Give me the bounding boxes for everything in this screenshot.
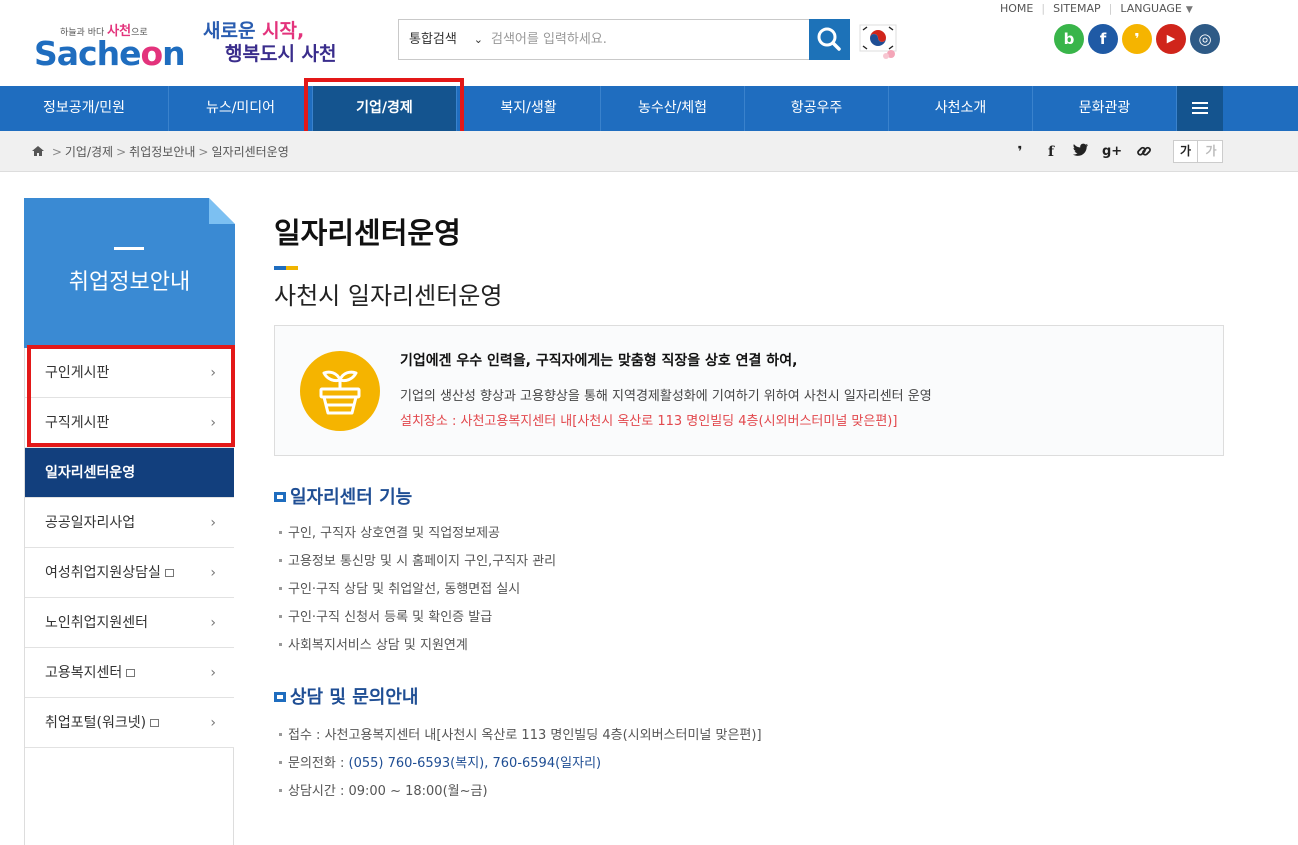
facebook-share-icon[interactable]: f xyxy=(1041,143,1061,161)
breadcrumb-separator: > xyxy=(51,145,62,159)
plant-pot-icon xyxy=(300,351,380,431)
sidebar-item-label: 노인취업지원센터 xyxy=(45,615,149,631)
sidebar-item-label: 공공일자리사업 xyxy=(45,515,136,531)
site-header: 하늘과 바다 사천으로 Sacheon 새로운 시작, 행복도시 사천 통합검색… xyxy=(0,0,1298,86)
font-decrease-button[interactable]: 가 xyxy=(1199,141,1223,162)
breadcrumb: > 기업/경제 > 취업정보안내 > 일자리센터운영 xyxy=(31,143,289,160)
nav-item-2[interactable]: 뉴스/미디어 xyxy=(169,86,313,131)
breadcrumb-item[interactable]: 일자리센터운영 xyxy=(211,145,288,159)
facebook-icon[interactable]: f xyxy=(1088,24,1118,54)
highlight-sidebar-boards xyxy=(27,345,235,447)
search-button[interactable] xyxy=(809,19,850,60)
home-link[interactable]: HOME xyxy=(1000,2,1033,15)
nav-item-4[interactable]: 복지/생활 xyxy=(457,86,601,131)
search-icon xyxy=(817,27,841,51)
chevron-right-icon: › xyxy=(210,715,216,731)
nav-item-8[interactable]: 문화관광 xyxy=(1033,86,1177,131)
section-bullet-icon xyxy=(274,692,286,702)
font-size-control: 가 가 xyxy=(1173,140,1223,163)
list-item: 사회복지서비스 상담 및 지원연계 xyxy=(279,632,556,660)
chevron-right-icon: › xyxy=(210,565,216,581)
all-menu-button[interactable] xyxy=(1177,86,1223,131)
intro-lead: 기업에겐 우수 인력을, 구직자에게는 맞춤형 직장을 상호 연결 하여, xyxy=(400,353,798,369)
nav-item-6[interactable]: 항공우주 xyxy=(745,86,889,131)
title-accent-bar xyxy=(274,266,298,270)
contact-reception: 접수 : 사천고용복지센터 내[사천시 옥산로 113 명인빌딩 4층(시외버스… xyxy=(279,722,762,750)
new-window-icon xyxy=(164,569,174,577)
sidebar-item-7[interactable]: 고용복지센터 › xyxy=(25,648,234,698)
sidebar-title: 취업정보안내 xyxy=(68,270,191,295)
sacheon-logo[interactable]: 하늘과 바다 사천으로 Sacheon xyxy=(34,16,186,74)
top-utility-links: HOME | SITEMAP | LANGUAGE ▼ xyxy=(1000,2,1193,15)
sidebar-item-5[interactable]: 여성취업지원상담실 › xyxy=(25,548,234,598)
new-window-icon xyxy=(150,719,160,727)
breadcrumb-item[interactable]: 취업정보안내 xyxy=(129,145,195,159)
caret-down-icon: ▼ xyxy=(1185,5,1193,15)
nav-item-1[interactable]: 정보공개/민원 xyxy=(0,86,169,131)
list-item: 구인, 구직자 상호연결 및 직업정보제공 xyxy=(279,520,556,548)
intro-box: 기업에겐 우수 인력을, 구직자에게는 맞춤형 직장을 상호 연결 하여, 기업… xyxy=(274,325,1224,456)
sidebar-item-label: 일자리센터운영 xyxy=(45,465,136,481)
search-scope-select[interactable]: 통합검색 ⌄ xyxy=(399,20,489,59)
breadcrumb-item[interactable]: 기업/경제 xyxy=(65,145,113,159)
section-bullet-icon xyxy=(274,492,286,502)
city-slogan: 새로운 시작, 행복도시 사천 xyxy=(203,20,337,65)
sidebar-item-label: 여성취업지원상담실 xyxy=(45,565,161,581)
page-fold-decoration xyxy=(209,198,235,224)
sidebar-item-4[interactable]: 공공일자리사업 › xyxy=(25,498,234,548)
functions-list: 구인, 구직자 상호연결 및 직업정보제공 고용정보 통신망 및 시 홈페이지 구… xyxy=(279,520,556,660)
chevron-right-icon: › xyxy=(210,515,216,531)
sidebar-item-8[interactable]: 취업포털(워크넷) › xyxy=(25,698,234,748)
sub-navigation: 취업정보안내 구인게시판 › 구직게시판 › 일자리센터운영 공공일자리사업 › 여성취업지원… xyxy=(24,198,235,845)
main-navigation: 정보공개/민원 뉴스/미디어 기업/경제 복지/생활 농수산/체험 항공우주 사천소개 문화관… xyxy=(0,86,1298,131)
language-select[interactable]: LANGUAGE ▼ xyxy=(1120,2,1192,15)
blog-icon[interactable]: b xyxy=(1054,24,1084,54)
youtube-icon[interactable]: ▶ xyxy=(1156,24,1186,54)
sidebar-header: 취업정보안내 xyxy=(24,198,235,348)
kakao-story-icon[interactable]: ❜ xyxy=(1122,24,1152,54)
contact-heading: 상담 및 문의안내 xyxy=(274,683,418,709)
korean-flag-icon[interactable] xyxy=(858,23,902,61)
contact-hours: 상담시간 : 09:00 ~ 18:00(월~금) xyxy=(279,778,762,806)
chevron-down-icon: ⌄ xyxy=(473,33,483,46)
sidebar-item-6[interactable]: 노인취업지원센터 › xyxy=(25,598,234,648)
list-item: 구인·구직 상담 및 취업알선, 동행면접 실시 xyxy=(279,576,556,604)
search-bar: 통합검색 ⌄ xyxy=(398,19,850,60)
font-increase-button[interactable]: 가 xyxy=(1174,141,1198,162)
instagram-icon[interactable]: ◎ xyxy=(1190,24,1220,54)
googleplus-share-icon[interactable]: g+ xyxy=(1102,143,1122,161)
new-window-icon xyxy=(126,669,136,677)
functions-heading: 일자리센터 기능 xyxy=(274,483,412,509)
intro-description: 기업의 생산성 향상과 고용향상을 통해 지역경제활성화에 기여하기 위하여 사… xyxy=(400,389,932,404)
contact-phone: 문의전화 : (055) 760-6593(복지), 760-6594(일자리) xyxy=(279,750,762,778)
logo-wordmark: Sacheon xyxy=(34,34,186,73)
page: 하늘과 바다 사천으로 Sacheon 새로운 시작, 행복도시 사천 통합검색… xyxy=(0,0,1298,845)
breadcrumb-separator: > xyxy=(198,145,209,159)
breadcrumb-separator: > xyxy=(116,145,127,159)
breadcrumb-bar: > 기업/경제 > 취업정보안내 > 일자리센터운영 ❜ f g+ 가 가 xyxy=(0,131,1298,172)
chevron-right-icon: › xyxy=(210,665,216,681)
home-icon[interactable] xyxy=(31,145,45,157)
search-input[interactable] xyxy=(491,24,801,55)
copy-link-icon[interactable] xyxy=(1134,143,1154,161)
sidebar-item-3[interactable]: 일자리센터운영 xyxy=(25,448,234,498)
phone-numbers[interactable]: (055) 760-6593(복지), 760-6594(일자리) xyxy=(349,756,602,771)
sub-title: 사천시 일자리센터운영 xyxy=(274,282,503,310)
intro-location: 설치장소 : 사천고용복지센터 내[사천시 옥산로 113 명인빌딩 4층(시외… xyxy=(400,414,898,429)
page-title: 일자리센터운영 xyxy=(274,216,461,250)
sidebar-item-label: 고용복지센터 xyxy=(45,665,123,681)
nav-item-5[interactable]: 농수산/체험 xyxy=(601,86,745,131)
nav-item-7[interactable]: 사천소개 xyxy=(889,86,1033,131)
chevron-right-icon: › xyxy=(210,615,216,631)
list-item: 구인·구직 신청서 등록 및 확인증 발급 xyxy=(279,604,556,632)
list-item: 고용정보 통신망 및 시 홈페이지 구인,구직자 관리 xyxy=(279,548,556,576)
hamburger-icon xyxy=(1192,102,1208,104)
contact-list: 접수 : 사천고용복지센터 내[사천시 옥산로 113 명인빌딩 4층(시외버스… xyxy=(279,722,762,806)
sidebar-item-label: 취업포털(워크넷) xyxy=(45,715,147,731)
twitter-share-icon[interactable] xyxy=(1071,143,1091,161)
kakao-share-icon[interactable]: ❜ xyxy=(1010,143,1030,161)
sitemap-link[interactable]: SITEMAP xyxy=(1053,2,1101,15)
